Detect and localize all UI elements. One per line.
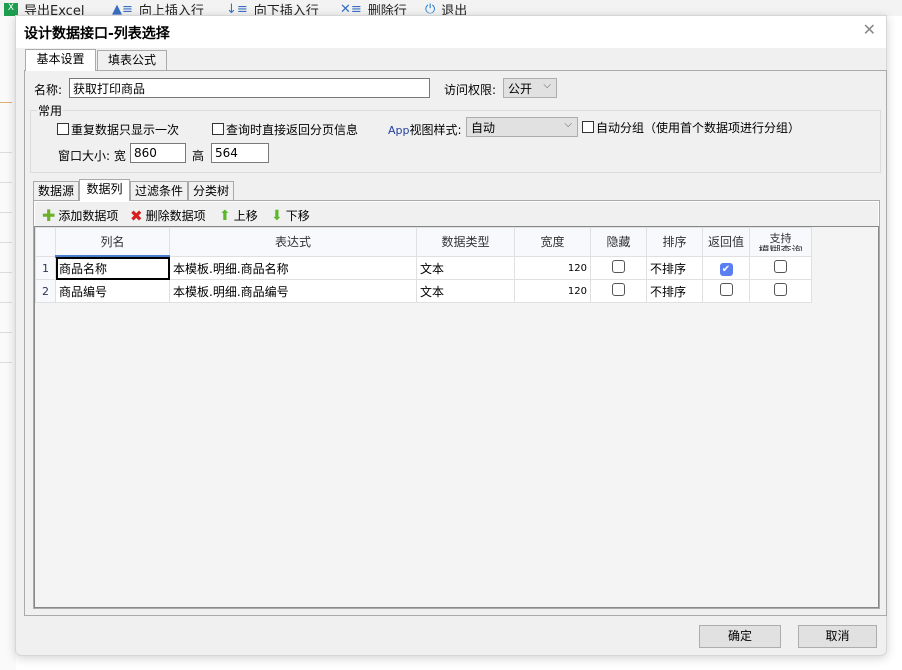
- access-value: 公开: [508, 82, 533, 96]
- header-return[interactable]: 返回值: [702, 227, 750, 257]
- cell-width[interactable]: 120: [514, 256, 591, 280]
- hidden-checkbox[interactable]: [612, 283, 625, 296]
- header-width[interactable]: 宽度: [514, 227, 591, 257]
- move-up-button[interactable]: ⬆ 上移: [219, 207, 258, 224]
- name-input[interactable]: [69, 78, 430, 98]
- checkbox-box: [57, 123, 69, 135]
- header-hidden[interactable]: 隐藏: [590, 227, 647, 257]
- fuzzy-checkbox[interactable]: [774, 283, 787, 296]
- tab-basic-settings[interactable]: 基本设置: [25, 49, 96, 71]
- tab-data-columns[interactable]: 数据列: [79, 179, 130, 201]
- return-checkbox-checked[interactable]: ✔: [719, 262, 733, 276]
- cell-fuzzy[interactable]: [749, 279, 812, 303]
- row-number: 1: [35, 256, 56, 280]
- cell-fuzzy[interactable]: [749, 256, 812, 280]
- app-toolbar: X 导出Excel ▲≡ 向上插入行 ↓≡ 向下插入行 ✕≡ 删除行 ⏻ 退出: [0, 0, 902, 16]
- repeat-once-checkbox[interactable]: 重复数据只显示一次: [57, 121, 179, 138]
- cell-column-name[interactable]: 商品名称: [55, 256, 170, 280]
- row-number: 2: [35, 279, 56, 303]
- tab-category-tree[interactable]: 分类树: [188, 181, 234, 202]
- table-row[interactable]: 1 商品名称 本模板.明细.商品名称 文本 120 不排序 ✔: [35, 256, 812, 280]
- cell-return[interactable]: [702, 279, 750, 303]
- cell-return[interactable]: ✔: [702, 256, 750, 280]
- return-checkbox[interactable]: [719, 283, 733, 296]
- cell-hidden[interactable]: [590, 256, 647, 280]
- columns-grid: 列名 表达式 数据类型 宽度 隐藏 排序 返回值 支持模糊查询 1 商品名称 本…: [34, 226, 879, 608]
- height-label: 高: [192, 149, 205, 163]
- delete-item-button[interactable]: ✖ 删除数据项: [130, 207, 206, 224]
- cell-expression[interactable]: 本模板.明细.商品编号: [169, 279, 417, 303]
- header-data-type[interactable]: 数据类型: [416, 227, 515, 257]
- name-label: 名称:: [34, 83, 63, 97]
- row-number-header: [35, 227, 56, 257]
- insert-row-below-button[interactable]: ↓≡ 向下插入行: [226, 0, 319, 16]
- header-sort[interactable]: 排序: [646, 227, 703, 257]
- add-item-button[interactable]: ✚ 添加数据项: [42, 207, 118, 224]
- cell-sort[interactable]: 不排序: [646, 279, 703, 303]
- title-bar: 设计数据接口-列表选择 ✕: [16, 16, 886, 48]
- cell-data-type[interactable]: 文本: [416, 256, 515, 280]
- dialog-title: 设计数据接口-列表选择: [24, 26, 170, 42]
- arrow-down-icon: ⬇: [271, 207, 283, 224]
- checkbox-box: [212, 123, 224, 135]
- plus-icon: ✚: [42, 205, 56, 225]
- columns-table: 列名 表达式 数据类型 宽度 隐藏 排序 返回值 支持模糊查询 1 商品名称 本…: [35, 227, 812, 303]
- export-excel-button[interactable]: X 导出Excel: [4, 0, 84, 16]
- chevron-down-icon: ⌵: [543, 80, 551, 91]
- window-size-label: 窗口大小: 宽: [58, 149, 126, 163]
- cell-hidden[interactable]: [590, 279, 647, 303]
- cell-column-name[interactable]: 商品编号: [55, 279, 170, 303]
- chevron-down-icon: ⌵: [564, 119, 572, 130]
- background-window: [0, 16, 16, 670]
- hidden-checkbox[interactable]: [612, 260, 625, 273]
- delete-row-icon: ✕≡: [340, 2, 362, 16]
- insert-row-above-button[interactable]: ▲≡ 向上插入行: [112, 0, 204, 16]
- cell-sort[interactable]: 不排序: [646, 256, 703, 280]
- cell-width[interactable]: 120: [514, 279, 591, 303]
- access-label: 访问权限:: [444, 83, 497, 97]
- access-select[interactable]: 公开 ⌵: [503, 78, 557, 98]
- tab-data-source[interactable]: 数据源: [33, 181, 79, 202]
- auto-group-checkbox[interactable]: 自动分组（使用首个数据项进行分组）: [582, 119, 800, 136]
- excel-icon: X: [4, 2, 18, 16]
- app-view-value: 自动: [471, 121, 496, 135]
- checkbox-box: [582, 121, 594, 133]
- window-height-input[interactable]: [211, 143, 269, 163]
- fuzzy-checkbox[interactable]: [774, 260, 787, 273]
- delete-x-icon: ✖: [130, 206, 143, 225]
- cell-data-type[interactable]: 文本: [416, 279, 515, 303]
- delete-row-button[interactable]: ✕≡ 删除行: [340, 0, 407, 16]
- app-view-label: App视图样式:: [388, 123, 462, 137]
- power-icon: ⏻: [425, 2, 436, 16]
- app-view-select[interactable]: 自动 ⌵: [466, 117, 578, 137]
- cell-expression[interactable]: 本模板.明细.商品名称: [169, 256, 417, 280]
- tab-fill-formula[interactable]: 填表公式: [97, 50, 167, 71]
- return-paging-checkbox[interactable]: 查询时直接返回分页信息: [212, 121, 358, 138]
- ok-button[interactable]: 确定: [699, 625, 781, 648]
- tab-filter-conditions[interactable]: 过滤条件: [130, 181, 188, 202]
- arrow-up-icon: ⬆: [219, 207, 231, 224]
- close-icon[interactable]: ✕: [863, 20, 876, 39]
- header-row: 列名 表达式 数据类型 宽度 隐藏 排序 返回值 支持模糊查询: [35, 227, 812, 258]
- exit-button[interactable]: ⏻ 退出: [425, 0, 467, 16]
- window-width-input[interactable]: [130, 143, 186, 163]
- header-fuzzy-query[interactable]: 支持模糊查询: [749, 227, 812, 257]
- common-group-title: 常用: [37, 102, 64, 119]
- cancel-button[interactable]: 取消: [798, 625, 877, 648]
- insert-row-below-icon: ↓≡: [226, 2, 248, 16]
- header-expression[interactable]: 表达式: [169, 227, 417, 257]
- table-row[interactable]: 2 商品编号 本模板.明细.商品编号 文本 120 不排序: [35, 279, 812, 303]
- insert-row-above-icon: ▲≡: [112, 2, 133, 16]
- move-down-button[interactable]: ⬇ 下移: [271, 207, 310, 224]
- header-column-name[interactable]: 列名: [55, 227, 170, 258]
